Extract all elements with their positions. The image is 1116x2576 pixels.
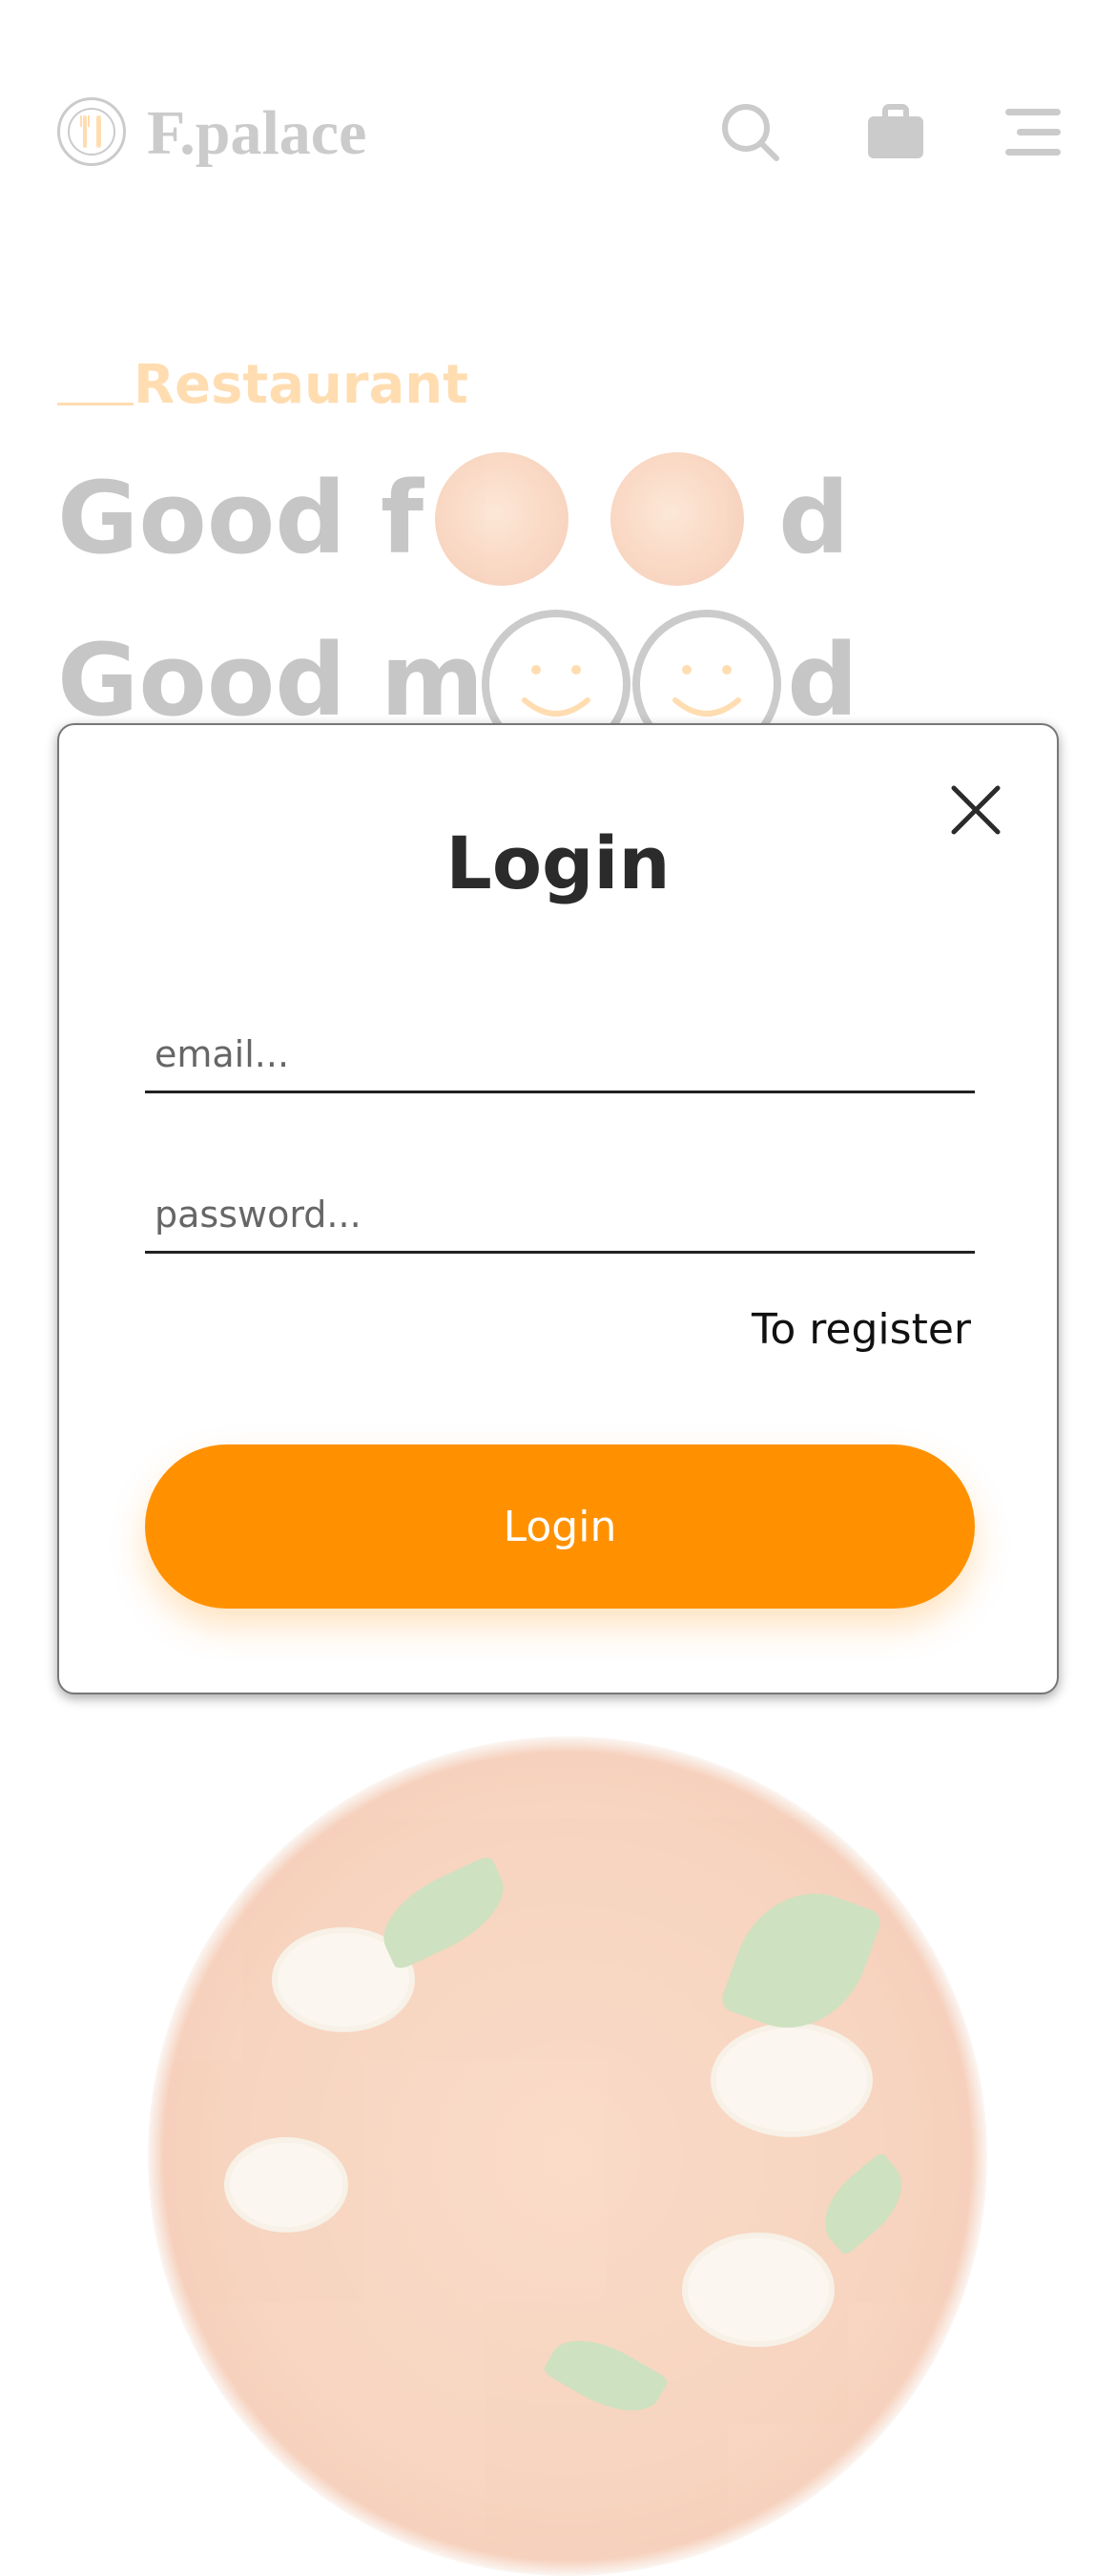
hero-title-1-end: d xyxy=(778,460,850,576)
food-bowl-image xyxy=(148,1736,987,2576)
password-field[interactable] xyxy=(145,1177,975,1254)
hero-label: Restaurant xyxy=(57,351,468,418)
hero-label-line xyxy=(57,402,134,405)
food-dish-image xyxy=(435,452,568,586)
modal-title: Login xyxy=(445,821,671,905)
menu-icon[interactable] xyxy=(1000,99,1066,166)
login-modal: Login To register Login xyxy=(57,723,1059,1694)
brand-name: F.palace xyxy=(147,98,367,168)
login-button[interactable]: Login xyxy=(145,1444,975,1609)
herb-leaf xyxy=(542,2322,670,2429)
utensils-logo-icon xyxy=(57,97,126,166)
mushroom-slice xyxy=(224,2137,348,2233)
mushroom-slice xyxy=(711,2023,873,2137)
hero-title-1-start: Good f xyxy=(57,460,424,576)
shopping-bag-icon[interactable] xyxy=(862,99,929,166)
site-header: F.palace xyxy=(0,0,1116,267)
hero-label-text: Restaurant xyxy=(134,353,468,416)
mushroom-slice xyxy=(682,2233,835,2347)
food-dish-image xyxy=(610,452,744,586)
hero-title-2-start: Good m xyxy=(57,622,485,738)
herb-leaf xyxy=(718,1872,884,2049)
herb-leaf xyxy=(808,2150,919,2257)
register-link[interactable]: To register xyxy=(752,1303,971,1357)
search-icon[interactable] xyxy=(717,99,784,166)
herb-leaf xyxy=(368,1854,519,1972)
email-field[interactable] xyxy=(145,1017,975,1093)
hero-title-2-end: d xyxy=(787,622,858,738)
